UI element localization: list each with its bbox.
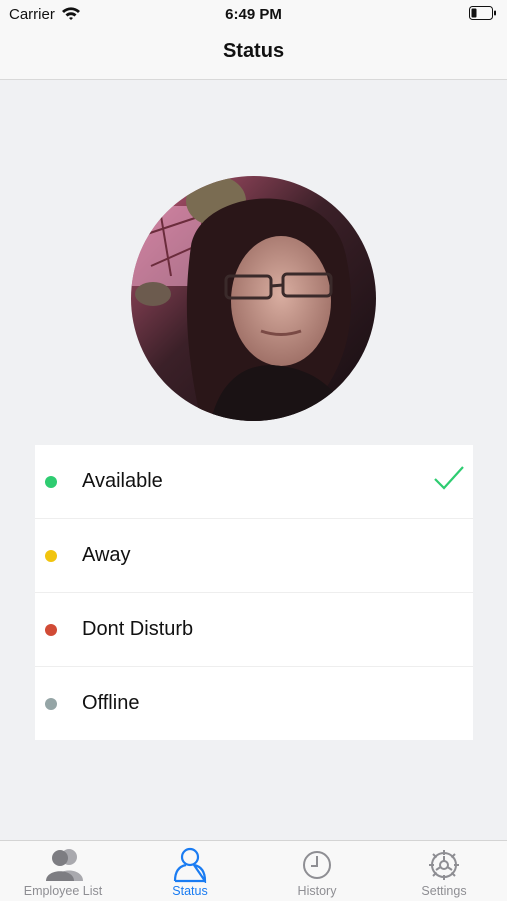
offline-status-dot — [45, 698, 57, 710]
battery-icon — [469, 6, 497, 24]
status-option-available[interactable]: Available — [35, 445, 473, 519]
page-title: Status — [222, 40, 285, 62]
tab-label: Settings — [421, 884, 467, 898]
status-option-label: Dont Disturb — [82, 618, 194, 640]
tab-status[interactable]: Status — [127, 841, 253, 901]
navigation-bar: Status — [0, 30, 507, 80]
status-option-offline[interactable]: Offline — [35, 667, 473, 740]
tab-employee-list[interactable]: Employee List — [0, 841, 126, 901]
person-outline-icon — [173, 847, 207, 883]
people-icon — [46, 849, 83, 881]
clock-time: 6:49 PM — [225, 6, 282, 23]
status-option-away[interactable]: Away — [35, 519, 473, 593]
status-list: Available Away Dont Disturb Offline — [35, 445, 473, 740]
profile-avatar — [131, 176, 376, 421]
available-status-dot — [45, 476, 57, 488]
dont-disturb-status-dot — [45, 624, 57, 636]
status-option-label: Away — [82, 544, 131, 566]
tab-label: Employee List — [23, 884, 103, 898]
tab-label: History — [297, 884, 337, 898]
tab-label: Status — [172, 884, 208, 898]
away-status-dot — [45, 550, 57, 562]
clock-icon — [303, 851, 331, 879]
tab-settings[interactable]: Settings — [381, 841, 507, 901]
checkmark-icon — [433, 465, 465, 496]
status-option-dont-disturb[interactable]: Dont Disturb — [35, 593, 473, 667]
tab-history[interactable]: History — [254, 841, 380, 901]
status-bar: Carrier 6:49 PM — [0, 0, 507, 30]
status-option-label: Offline — [82, 692, 140, 714]
tab-bar: Employee List Status History Settings — [0, 840, 507, 901]
status-option-label: Available — [82, 470, 163, 492]
gear-icon — [429, 850, 459, 880]
